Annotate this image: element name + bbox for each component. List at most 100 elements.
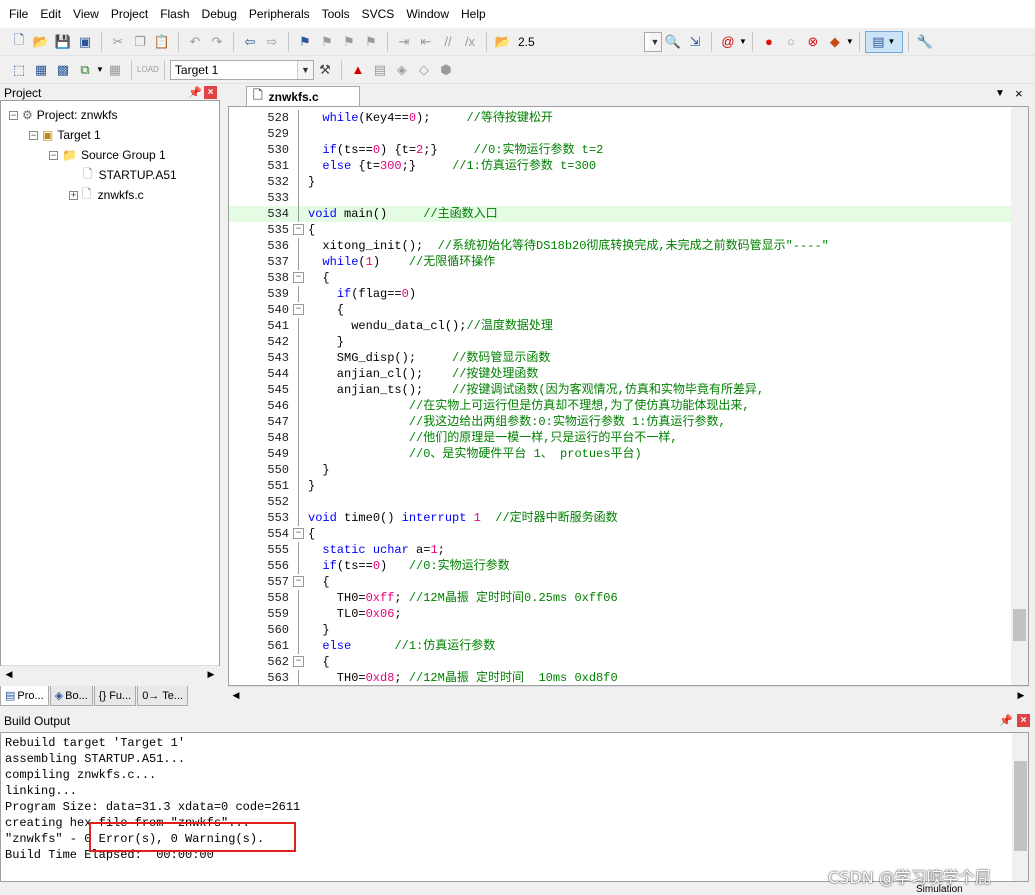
editor-hscrollbar[interactable]: ◀ ▶ [228, 686, 1029, 703]
code-line[interactable]: 534 void main() //主函数入口 [229, 206, 1019, 222]
fold-icon[interactable]: − [293, 304, 304, 315]
fold-icon[interactable]: − [293, 656, 304, 667]
bookmark-prev-icon[interactable]: ⚑ [317, 32, 337, 52]
scroll-left-icon[interactable]: ◀ [1, 669, 17, 680]
tab-znwkfs-c[interactable]: 🗋 znwkfs.c [246, 86, 360, 106]
code-line[interactable]: 555 static uchar a=1; [229, 542, 1019, 558]
tab-list-icon[interactable]: ▼ [995, 88, 1005, 99]
code-line[interactable]: 551} [229, 478, 1019, 494]
comment-icon[interactable]: // [438, 32, 458, 52]
debug-session-icon[interactable]: @ [718, 32, 738, 52]
code-line[interactable]: 539 if(flag==0) [229, 286, 1019, 302]
code-line[interactable]: 561 else //1:仿真运行参数 [229, 638, 1019, 654]
breakpoint-icon[interactable]: ● [759, 32, 779, 52]
menu-window[interactable]: Window [400, 0, 455, 28]
editor-vscrollbar[interactable] [1011, 107, 1028, 685]
code-line[interactable]: 528 while(Key4==0); //等待按键松开 [229, 110, 1019, 126]
close-icon[interactable]: × [1017, 714, 1030, 727]
bookmark-next-icon[interactable]: ⚑ [339, 32, 359, 52]
tab-books[interactable]: ◈ Bo... [49, 686, 93, 706]
code-line[interactable]: 530 if(ts==0) {t=2;} //0:实物运行参数 t=2 [229, 142, 1019, 158]
indent-icon[interactable]: ⇥ [394, 32, 414, 52]
new-file-icon[interactable]: 🗋 [9, 32, 29, 52]
code-line[interactable]: 540− { [229, 302, 1019, 318]
code-line[interactable]: 544 anjian_cl(); //按键处理函数 [229, 366, 1019, 382]
scroll-thumb[interactable] [1014, 761, 1027, 851]
close-icon[interactable]: × [1015, 86, 1023, 101]
close-icon[interactable]: × [204, 86, 217, 99]
scroll-right-icon[interactable]: ▶ [1013, 690, 1029, 701]
copy-icon[interactable]: ❐ [130, 32, 150, 52]
target-select[interactable]: Target 1 ▼ [169, 59, 314, 80]
code-line[interactable]: 560 } [229, 622, 1019, 638]
breakpoint-kill-icon[interactable]: ⊗ [803, 32, 823, 52]
select-packs-icon[interactable]: ◈ [392, 60, 412, 80]
collapse-icon[interactable]: − [29, 130, 38, 140]
code-line[interactable]: 543 SMG_disp(); //数码管显示函数 [229, 350, 1019, 366]
pin-icon[interactable]: 📌 [999, 714, 1013, 727]
breakpoint-all-icon[interactable]: ◆ [825, 32, 845, 52]
code-line[interactable]: 550 } [229, 462, 1019, 478]
find-in-files-icon[interactable]: 📂 [493, 32, 513, 52]
breakpoint-disable-icon[interactable]: ○ [781, 32, 801, 52]
code-line[interactable]: 546 //在实物上可运行但是仿真却不理想,为了使仿真功能体现出来, [229, 398, 1019, 414]
menu-file[interactable]: File [3, 0, 34, 28]
code-line[interactable]: 538− { [229, 270, 1019, 286]
menu-svcs[interactable]: SVCS [356, 0, 401, 28]
menu-edit[interactable]: Edit [34, 0, 67, 28]
code-editor[interactable]: 528 while(Key4==0); //等待按键松开 529 530 if(ts… [228, 106, 1029, 686]
code-line[interactable]: 563 TH0=0xd8; //12M晶振 定时时间 10ms 0xd8f0 [229, 670, 1019, 685]
file-extensions-icon[interactable]: ▤ [370, 60, 390, 80]
tab-templates[interactable]: 0→ Te... [137, 686, 188, 706]
scroll-right-icon[interactable]: ▶ [203, 669, 219, 680]
code-line[interactable]: 542 } [229, 334, 1019, 350]
tree-file-node[interactable]: + 🗋 znwkfs.c [69, 186, 144, 204]
code-line[interactable]: 545 anjian_ts(); //按键调试函数(因为客观情况,仿真和实物毕竟… [229, 382, 1019, 398]
expand-icon[interactable]: + [69, 190, 78, 200]
fold-icon[interactable]: − [293, 576, 304, 587]
code-line[interactable]: 533 [229, 190, 1019, 206]
scroll-left-icon[interactable]: ◀ [228, 690, 244, 701]
fold-icon[interactable]: − [293, 272, 304, 283]
code-line[interactable]: 548 //他们的原理是一模一样,只是运行的平台不一样, [229, 430, 1019, 446]
code-line[interactable]: 529 [229, 126, 1019, 142]
navigate-forward-icon[interactable]: ⇨ [262, 32, 282, 52]
chevron-down-icon[interactable]: ▼ [846, 37, 854, 46]
menu-peripherals[interactable]: Peripherals [243, 0, 316, 28]
find-icon[interactable]: 🔍 [663, 32, 683, 52]
bookmark-icon[interactable]: ⚑ [295, 32, 315, 52]
paste-icon[interactable]: 📋 [152, 32, 172, 52]
chevron-down-icon[interactable]: ▼ [96, 65, 104, 74]
menu-debug[interactable]: Debug [196, 0, 243, 28]
code-line[interactable]: 552 [229, 494, 1019, 510]
tree-group-node[interactable]: − 📁 Source Group 1 [49, 146, 166, 164]
scroll-thumb[interactable] [1013, 609, 1026, 641]
collapse-icon[interactable]: − [49, 150, 58, 160]
build-icon[interactable]: ▦ [31, 60, 51, 80]
project-hscrollbar[interactable]: ◀ ▶ [1, 665, 219, 682]
save-all-icon[interactable]: ▣ [75, 32, 95, 52]
stop-build-icon[interactable]: ▦ [105, 60, 125, 80]
target-options-icon[interactable]: ⚒ [315, 60, 335, 80]
code-line[interactable]: 554−{ [229, 526, 1019, 542]
code-line[interactable]: 549 //0、是实物硬件平台 1、 protues平台) [229, 446, 1019, 462]
runtime-env-icon[interactable]: ⬢ [436, 60, 456, 80]
code-line[interactable]: 531 else {t=300;} //1:仿真运行参数 t=300 [229, 158, 1019, 174]
fold-icon[interactable]: − [293, 224, 304, 235]
code-line[interactable]: 553 void time0() interrupt 1 //定时器中断服务函数 [229, 510, 1019, 526]
menu-flash[interactable]: Flash [154, 0, 195, 28]
fold-icon[interactable]: − [293, 528, 304, 539]
code-line[interactable]: 535−{ [229, 222, 1019, 238]
code-line[interactable]: 556 if(ts==0) //0:实物运行参数 [229, 558, 1019, 574]
code-line[interactable]: 547 //我这边给出两组参数:0:实物运行参数 1:仿真运行参数, [229, 414, 1019, 430]
pin-icon[interactable]: 📌 [188, 86, 202, 99]
menu-view[interactable]: View [67, 0, 105, 28]
menu-project[interactable]: Project [105, 0, 154, 28]
navigate-back-icon[interactable]: ⇦ [240, 32, 260, 52]
code-line[interactable]: 541 wendu_data_cl();//温度数据处理 [229, 318, 1019, 334]
code-line[interactable]: 557− { [229, 574, 1019, 590]
code-line[interactable]: 559 TL0=0x06; [229, 606, 1019, 622]
window-layout-button[interactable]: ▤ ▼ [864, 30, 903, 53]
bookmark-clear-icon[interactable]: ⚑ [361, 32, 381, 52]
batch-build-icon[interactable]: ⧉ [75, 60, 95, 80]
